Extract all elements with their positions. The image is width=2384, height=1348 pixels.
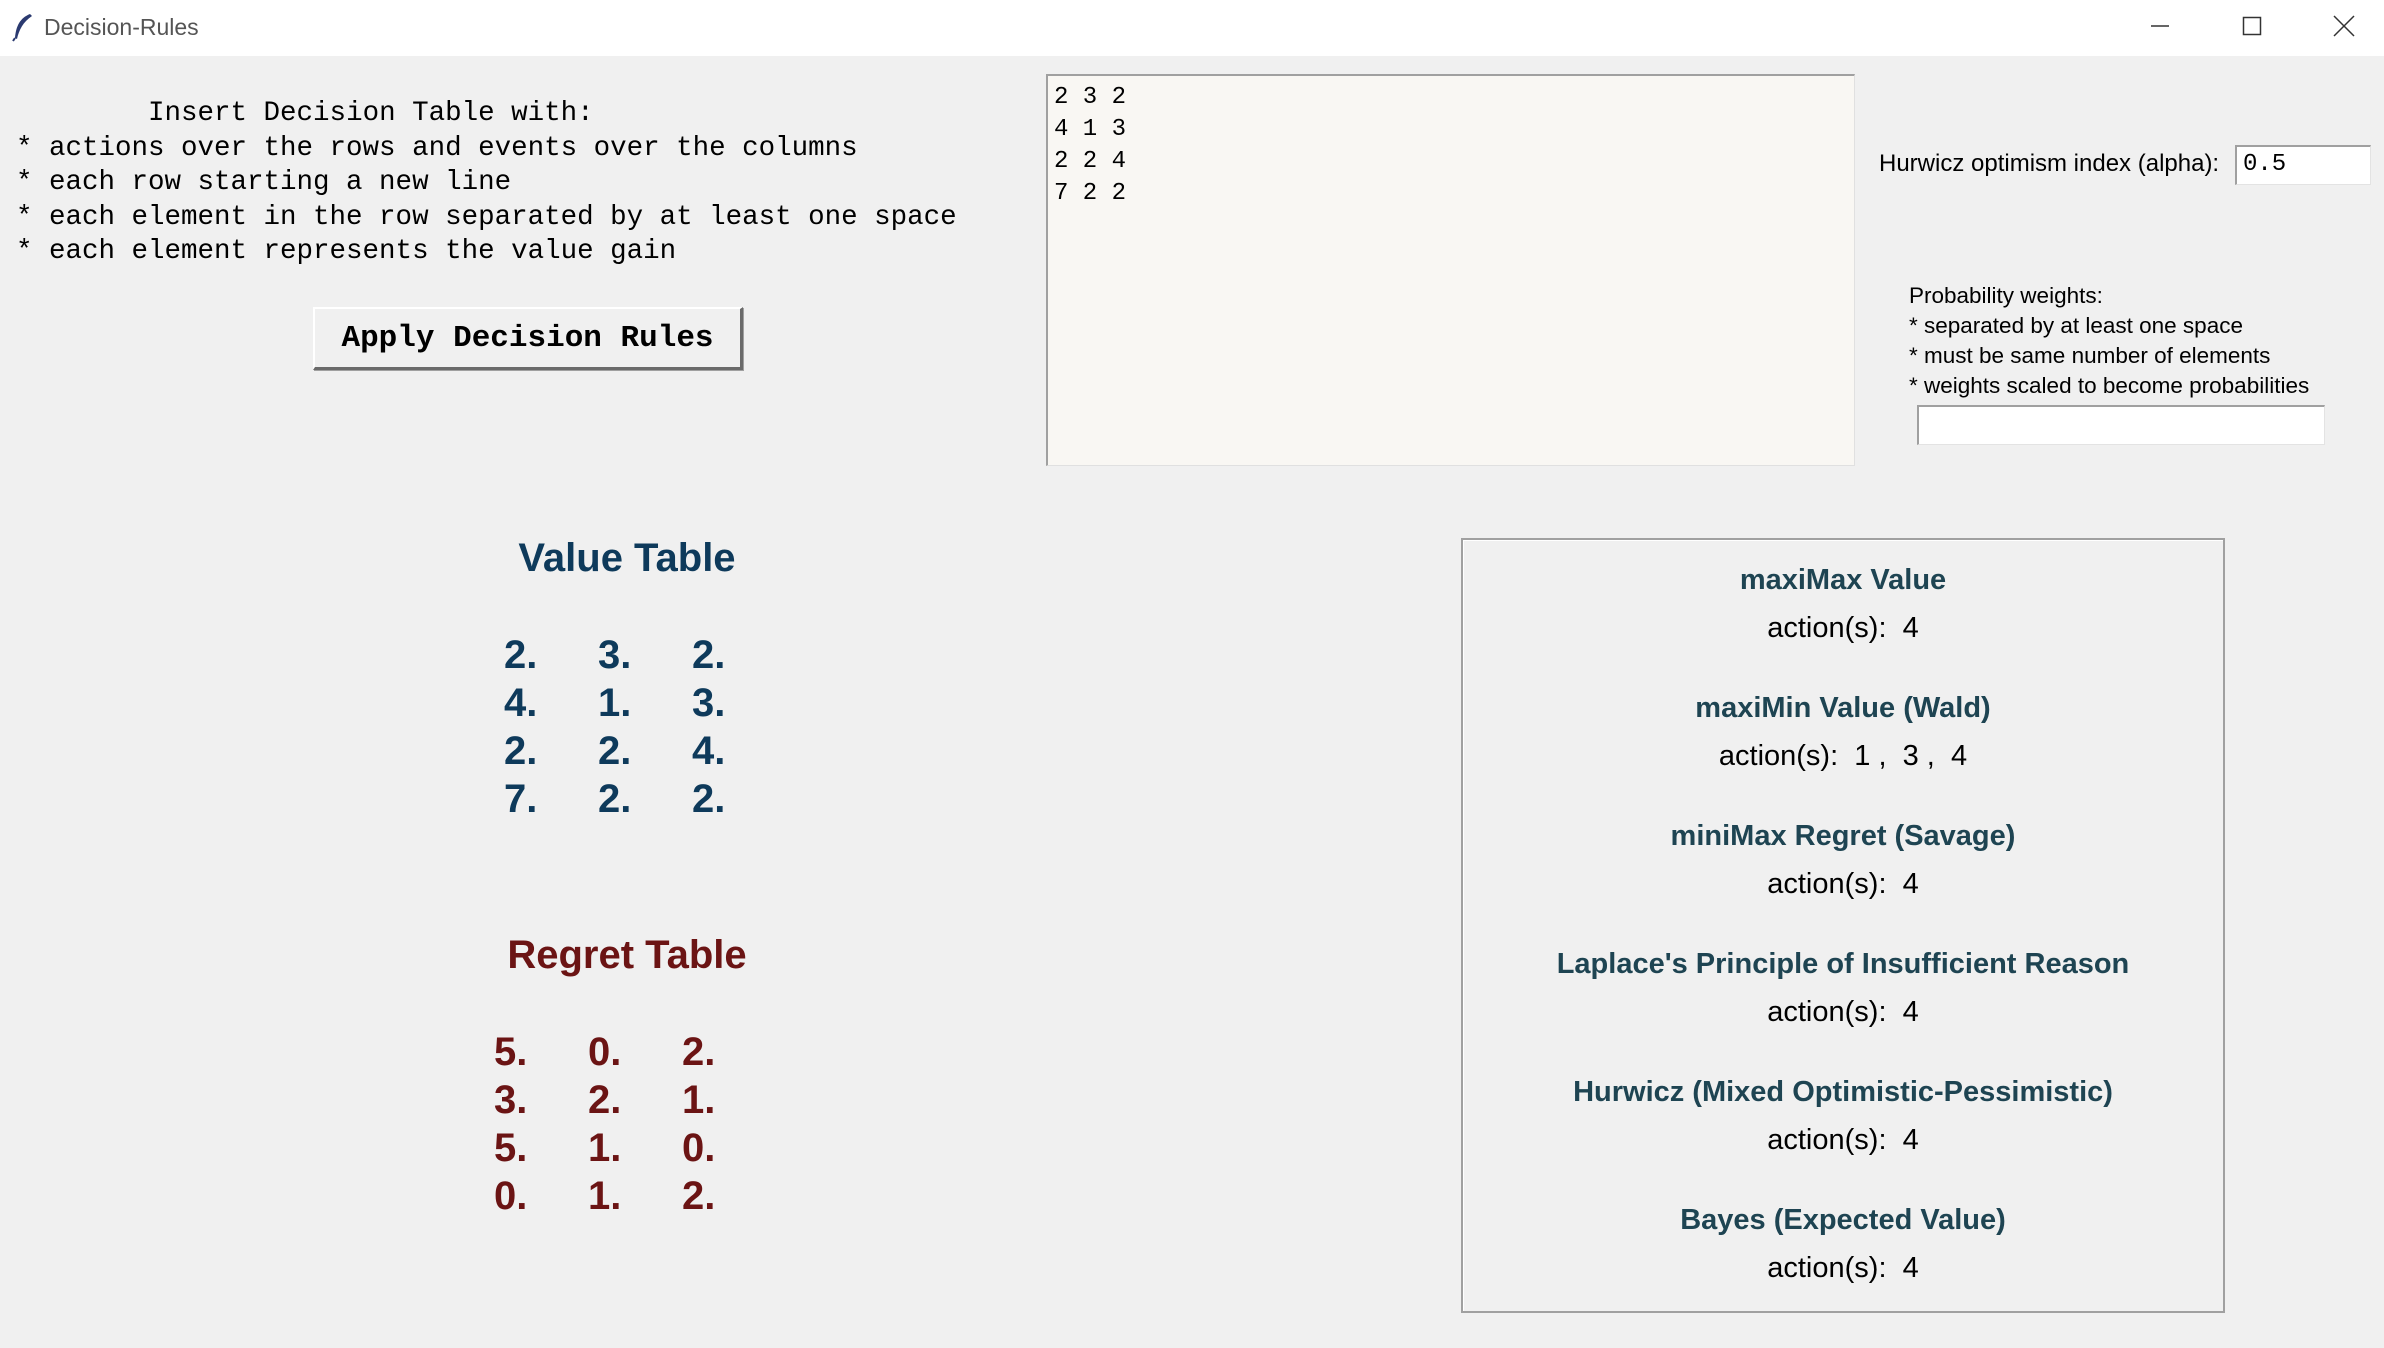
probability-weights-label: Probability weights: * separated by at le… bbox=[1909, 283, 2310, 398]
maximize-button[interactable] bbox=[2206, 0, 2298, 52]
minimize-icon bbox=[2150, 16, 2170, 36]
table-cell: 0. bbox=[682, 1126, 716, 1170]
hurwicz-alpha-label: Hurwicz optimism index (alpha): bbox=[1879, 150, 2220, 177]
table-cell: 3. bbox=[692, 681, 726, 725]
table-cell: 1. bbox=[588, 1126, 622, 1170]
table-cell: 4. bbox=[692, 729, 726, 773]
apply-decision-rules-button[interactable]: Apply Decision Rules bbox=[313, 307, 743, 370]
bayes-heading: Bayes (Expected Value) bbox=[1680, 1204, 2006, 1236]
hurwicz-actions: action(s): 4 bbox=[1767, 1124, 1919, 1156]
table-cell: 1. bbox=[598, 681, 632, 725]
table-cell: 2. bbox=[598, 777, 632, 821]
minimax-regret-heading: miniMax Regret (Savage) bbox=[1670, 820, 2016, 852]
close-button[interactable] bbox=[2298, 0, 2384, 52]
table-row: 2. 2. 4. bbox=[504, 727, 786, 775]
table-cell: 1. bbox=[682, 1078, 716, 1122]
decision-table-input[interactable]: 2 3 2 4 1 3 2 2 4 7 2 2 bbox=[1046, 74, 1855, 466]
table-cell: 7. bbox=[504, 777, 538, 821]
table-cell: 5. bbox=[494, 1126, 528, 1170]
table-row: 7. 2. 2. bbox=[504, 775, 786, 823]
close-icon bbox=[2333, 15, 2355, 37]
value-table: 2. 3. 2. 4. 1. 3. 2. 2. 4. 7. 2. 2. bbox=[504, 631, 786, 823]
table-cell: 1. bbox=[588, 1174, 622, 1218]
instructions-title: Insert Decision Table with: bbox=[148, 98, 594, 129]
minimize-button[interactable] bbox=[2114, 0, 2206, 52]
instruction-line: * each row starting a new line bbox=[16, 167, 512, 198]
instruction-line: * actions over the rows and events over … bbox=[16, 132, 858, 164]
table-row: 4. 1. 3. bbox=[504, 679, 786, 727]
table-cell: 3. bbox=[598, 633, 632, 677]
hurwicz-alpha-input[interactable]: 0.5 bbox=[2235, 145, 2371, 185]
table-row: 2. 3. 2. bbox=[504, 631, 786, 679]
laplace-heading: Laplace's Principle of Insufficient Reas… bbox=[1556, 948, 2130, 980]
bayes-actions: action(s): 4 bbox=[1767, 1252, 1919, 1284]
hurwicz-heading: Hurwicz (Mixed Optimistic-Pessimistic) bbox=[1573, 1076, 2113, 1108]
table-cell: 2. bbox=[588, 1078, 622, 1122]
results-panel: maxiMax Value action(s): 4 maxiMin Value… bbox=[1461, 538, 2225, 1313]
window-title: Decision-Rules bbox=[44, 14, 199, 40]
minimax-regret-actions: action(s): 4 bbox=[1767, 868, 1919, 900]
table-cell: 2. bbox=[692, 777, 726, 821]
value-table-title: Value Table bbox=[518, 536, 736, 580]
regret-table-title: Regret Table bbox=[507, 933, 747, 977]
table-cell: 2. bbox=[598, 729, 632, 773]
feather-icon bbox=[10, 12, 36, 42]
table-row: 5. 0. 2. bbox=[494, 1028, 776, 1076]
table-cell: 3. bbox=[494, 1078, 528, 1122]
table-row: 5. 1. 0. bbox=[494, 1124, 776, 1172]
instruction-line: * each element represents the value gain bbox=[16, 236, 677, 267]
table-row: 3. 2. 1. bbox=[494, 1076, 776, 1124]
table-cell: 2. bbox=[504, 633, 538, 677]
laplace-actions: action(s): 4 bbox=[1767, 996, 1919, 1028]
table-cell: 2. bbox=[504, 729, 538, 773]
table-cell: 2. bbox=[682, 1030, 716, 1074]
maximin-heading: maxiMin Value (Wald) bbox=[1695, 692, 1991, 724]
table-cell: 2. bbox=[692, 633, 726, 677]
table-cell: 5. bbox=[494, 1030, 528, 1074]
table-row: 0. 1. 2. bbox=[494, 1172, 776, 1220]
instruction-line: * each element in the row separated by a… bbox=[16, 201, 957, 233]
table-cell: 4. bbox=[504, 681, 538, 725]
title-bar: Decision-Rules bbox=[0, 0, 2384, 56]
maximize-icon bbox=[2242, 16, 2262, 36]
table-cell: 0. bbox=[588, 1030, 622, 1074]
maximax-heading: maxiMax Value bbox=[1739, 564, 1947, 596]
probability-weights-input[interactable] bbox=[1917, 405, 2325, 445]
table-cell: 0. bbox=[494, 1174, 528, 1218]
table-cell: 2. bbox=[682, 1174, 716, 1218]
maximin-actions: action(s): 1 , 3 , 4 bbox=[1718, 740, 1968, 772]
regret-table: 5. 0. 2. 3. 2. 1. 5. 1. 0. 0. 1. 2. bbox=[494, 1028, 776, 1220]
instructions: Insert Decision Table with: * actions ove… bbox=[16, 97, 957, 270]
maximax-actions: action(s): 4 bbox=[1767, 612, 1919, 644]
